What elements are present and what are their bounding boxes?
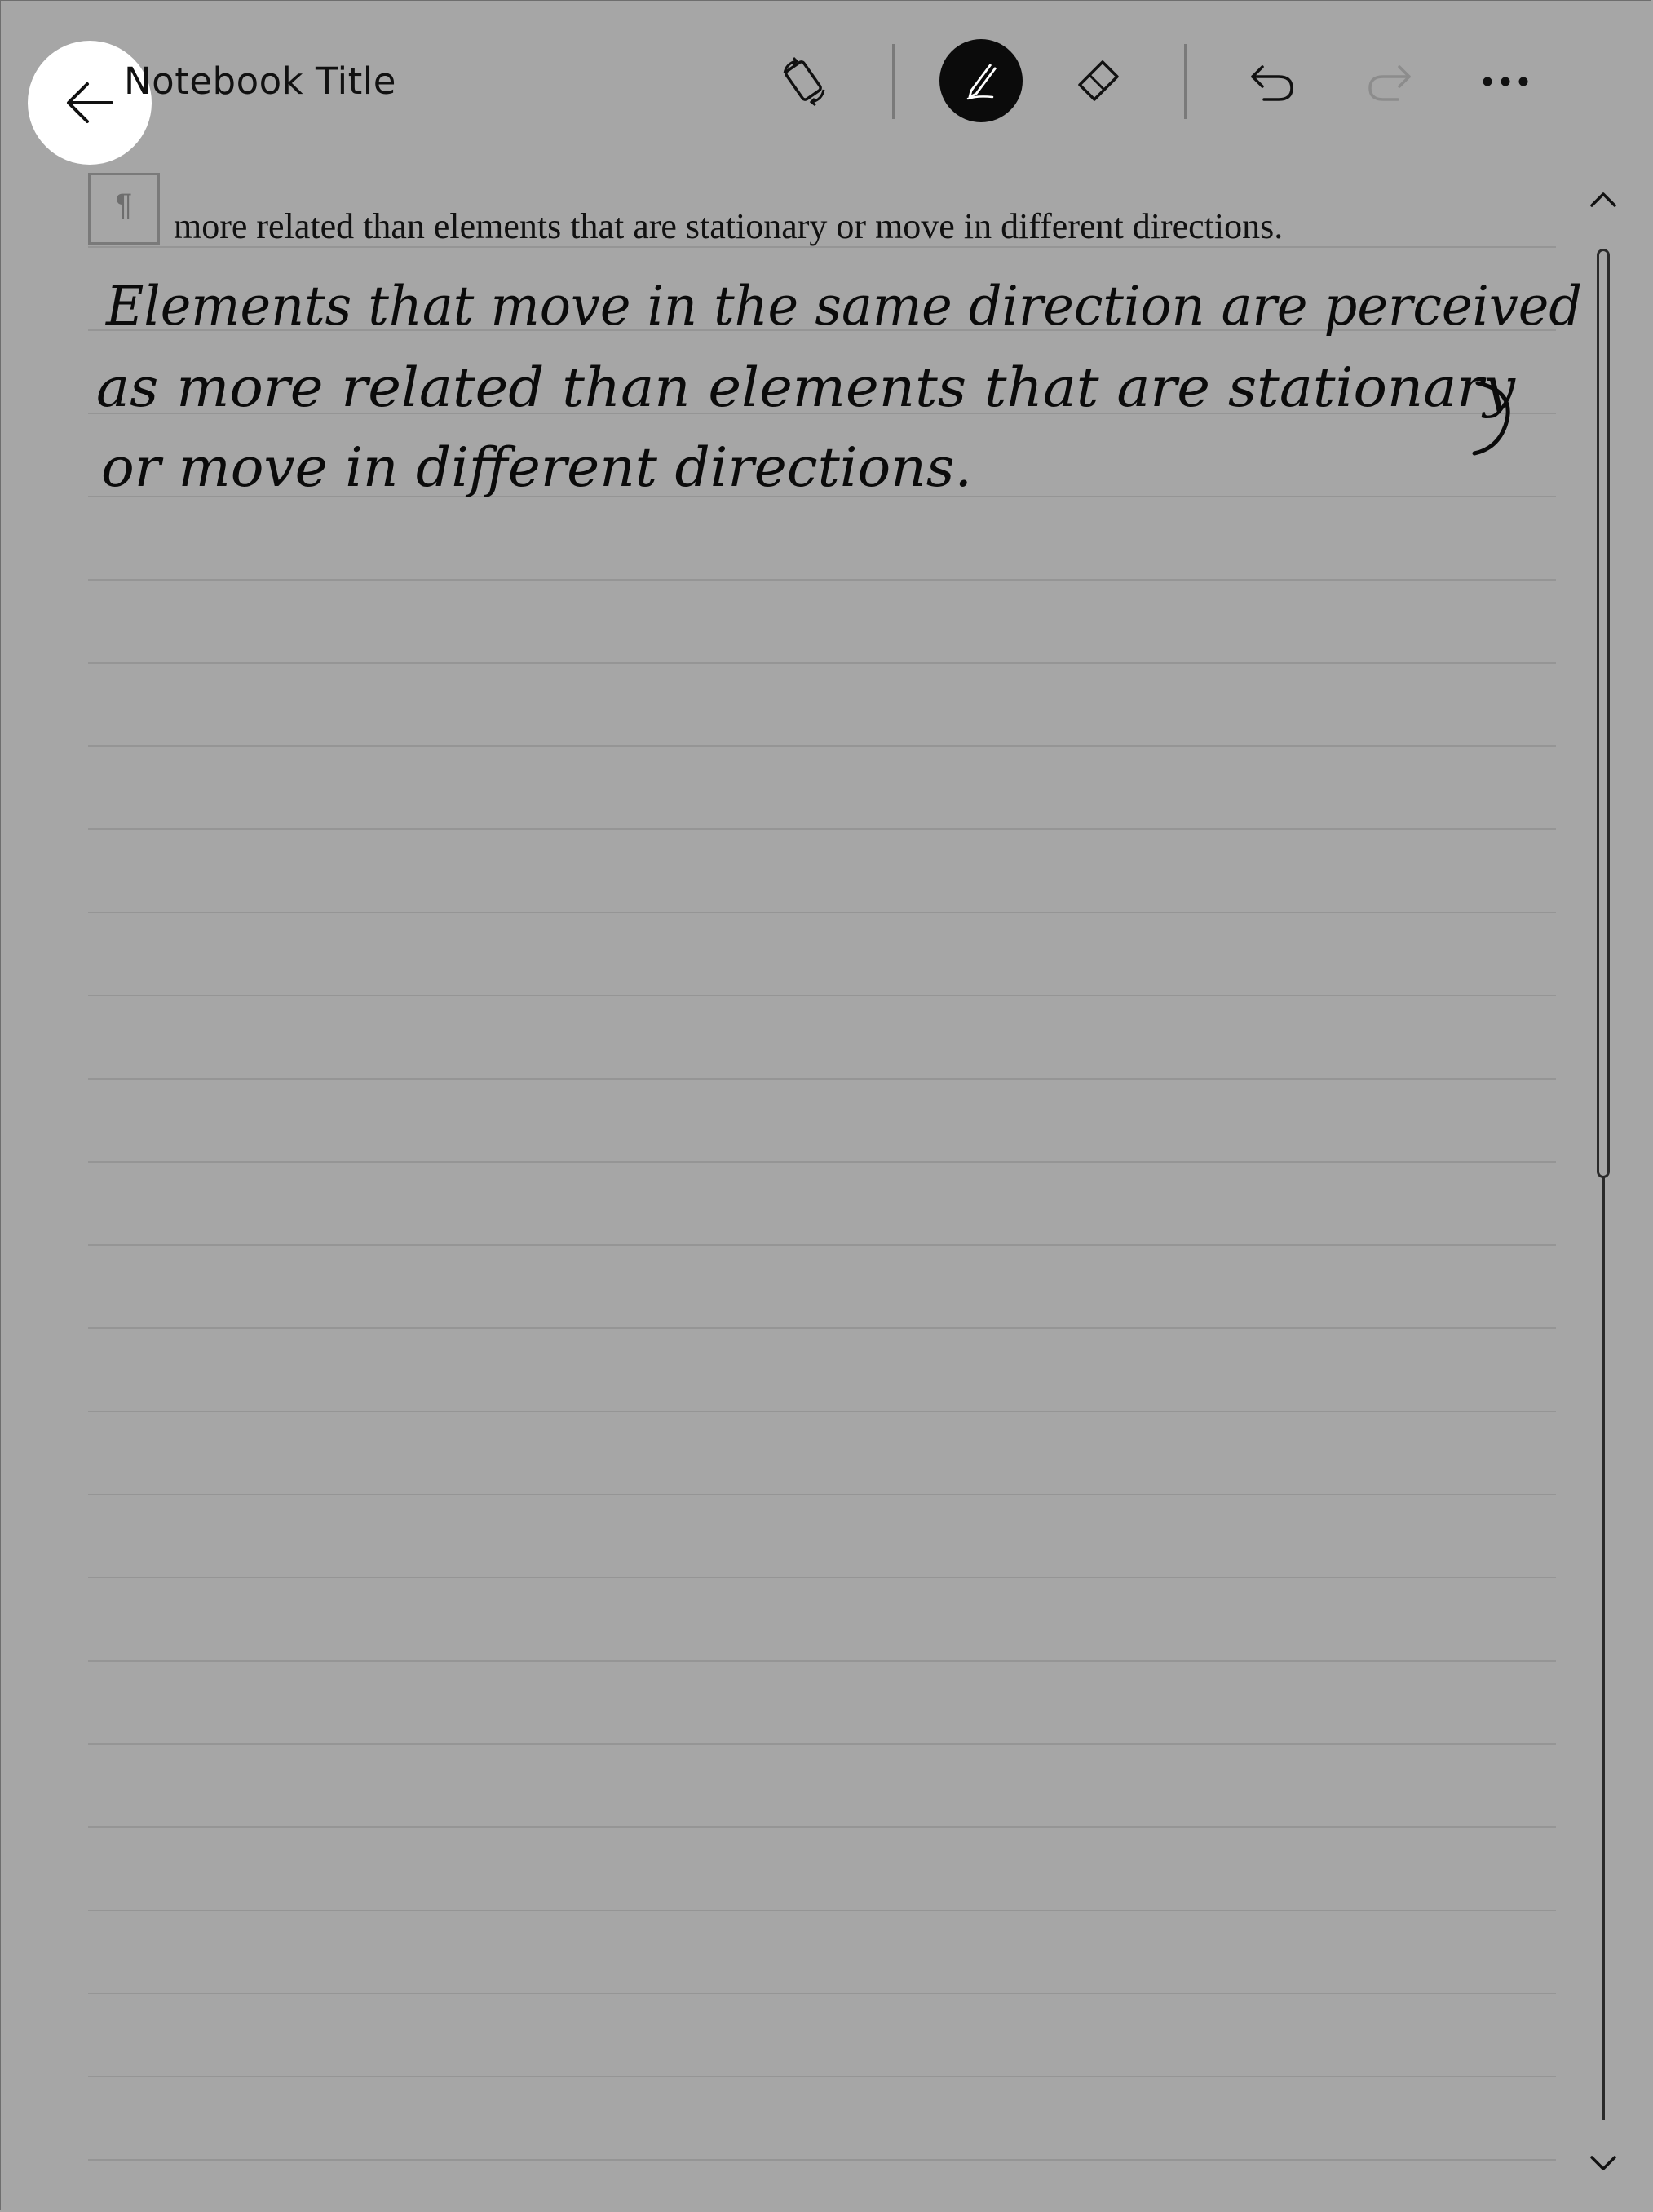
ruled-line (88, 1577, 1556, 1578)
scroll-down-button[interactable] (1585, 2146, 1621, 2182)
ruled-line (88, 745, 1556, 747)
ruled-line (88, 1826, 1556, 1828)
ruled-line (88, 1327, 1556, 1329)
ruled-line (88, 662, 1556, 664)
handwriting-canvas[interactable]: Elements that move in the same direction… (0, 0, 1653, 571)
ruled-line (88, 1411, 1556, 1412)
chevron-up-icon (1590, 192, 1616, 207)
handwritten-line: or move in different directions. (101, 436, 972, 499)
ruled-line (88, 1161, 1556, 1163)
scroll-thumb[interactable] (1597, 249, 1610, 1178)
ruled-line (88, 1993, 1556, 1994)
ruled-line (88, 2076, 1556, 2077)
ruled-line (88, 1660, 1556, 1662)
ruled-line (88, 1910, 1556, 1911)
ruled-line (88, 1078, 1556, 1080)
chevron-down-icon (1590, 2156, 1616, 2170)
ruled-line (88, 2159, 1556, 2161)
ruled-line (88, 828, 1556, 830)
ruled-line (88, 995, 1556, 996)
scroll-up-button[interactable] (1585, 181, 1621, 217)
ruled-line (88, 1244, 1556, 1246)
ruled-line (88, 1494, 1556, 1495)
handwritten-line: as more related than elements that are s… (96, 356, 1516, 419)
handwritten-line: Elements that move in the same direction… (105, 275, 1582, 338)
ruled-line (88, 579, 1556, 581)
ruled-line (88, 912, 1556, 913)
ruled-line (88, 1743, 1556, 1745)
